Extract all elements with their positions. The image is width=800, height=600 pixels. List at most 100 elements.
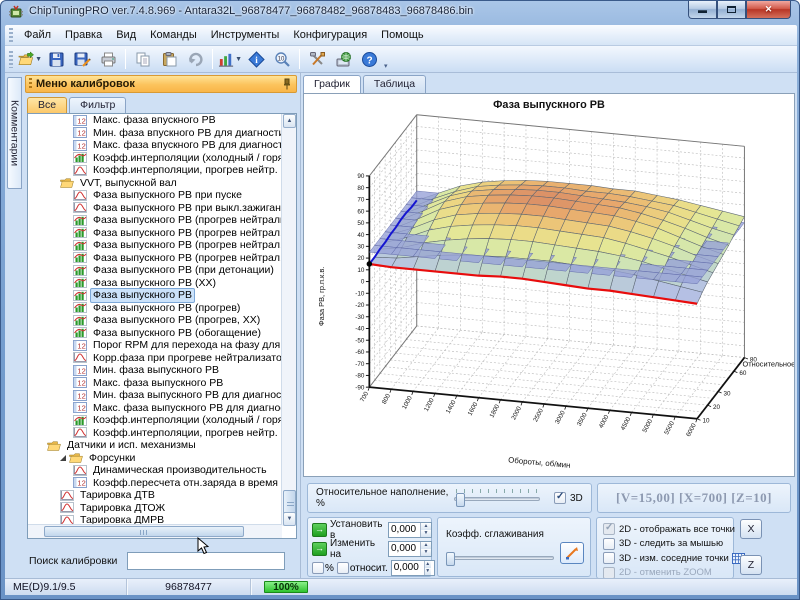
menu-item[interactable]: Вид <box>109 27 143 43</box>
menu-item[interactable]: Помощь <box>374 27 431 43</box>
relative-value-spinner[interactable]: 0,000 ▲▼ <box>391 560 435 576</box>
svg-text:4000: 4000 <box>598 413 611 429</box>
folder-icon <box>69 452 83 463</box>
maximize-button[interactable] <box>717 1 746 19</box>
help-icon[interactable]: ? <box>357 48 381 71</box>
info-icon[interactable]: i <box>244 48 268 71</box>
horizontal-scroll-thumb[interactable] <box>44 526 244 537</box>
percent-checkbox[interactable] <box>312 562 324 574</box>
load-slider[interactable] <box>454 489 540 507</box>
print-icon[interactable] <box>96 48 120 71</box>
x-axis-button[interactable]: X <box>740 519 762 539</box>
map-icon <box>73 315 87 326</box>
tab-filter[interactable]: Фильтр <box>69 97 126 114</box>
cursor-readout: [V=15,00] [X=700] [Z=10] <box>597 483 791 513</box>
apply-set-button[interactable]: → <box>312 523 327 537</box>
set-value-spinner[interactable]: 0,000 ▲▼ <box>388 522 432 538</box>
svg-text:1400: 1400 <box>445 399 458 415</box>
toolbar-overflow-button[interactable]: ▾ <box>384 62 388 72</box>
svg-text:30: 30 <box>357 244 365 251</box>
panel-grip <box>29 78 32 90</box>
folder-icon <box>47 440 61 451</box>
mode-checkbox[interactable] <box>603 538 615 550</box>
spin-up[interactable]: ▲ <box>421 523 431 530</box>
undo-icon[interactable] <box>183 48 207 71</box>
tab-graph[interactable]: График <box>303 75 361 94</box>
scroll-up-button[interactable]: ▲ <box>283 114 296 128</box>
svg-text:70: 70 <box>357 197 365 204</box>
map-icon <box>73 265 87 276</box>
curve-icon <box>60 502 74 513</box>
map-icon <box>73 215 87 226</box>
spin-up[interactable]: ▲ <box>425 561 431 568</box>
svg-text:12: 12 <box>77 366 85 375</box>
spin-down[interactable]: ▼ <box>425 568 431 575</box>
open-file-icon[interactable]: ▼ <box>18 48 42 71</box>
mode-checkbox[interactable] <box>603 552 615 564</box>
expander-icon[interactable] <box>60 455 66 461</box>
svg-text:-90: -90 <box>355 384 365 391</box>
set-value-group: → Установить в 0,000 ▲▼ → Изменить на 0,… <box>307 517 432 577</box>
menu-item[interactable]: Правка <box>58 27 109 43</box>
spin-down[interactable]: ▼ <box>421 549 431 556</box>
3d-checkbox[interactable] <box>554 492 566 504</box>
load-slider-group: Относительное наполнение, % 3D <box>307 483 592 513</box>
close-button[interactable]: ✕ <box>746 1 791 19</box>
internet-icon[interactable] <box>331 48 355 71</box>
svg-text:12: 12 <box>77 116 85 125</box>
tab-all[interactable]: Все <box>27 97 67 114</box>
map-icon <box>73 327 87 338</box>
calibration-panel-header[interactable]: Меню калибровок <box>25 75 297 93</box>
surface-chart[interactable]: -90-80-70-60-50-40-30-20-100102030405060… <box>303 93 795 477</box>
comments-vertical-tab[interactable]: Комментарии <box>7 77 22 189</box>
zoom-10-icon[interactable]: 10 <box>270 48 294 71</box>
menu-item[interactable]: Инструменты <box>204 27 287 43</box>
menu-item[interactable]: Конфигурация <box>286 27 374 43</box>
spin-up[interactable]: ▲ <box>421 542 431 549</box>
svg-text:1600: 1600 <box>467 401 480 417</box>
curve-icon <box>73 352 87 363</box>
tree-item[interactable]: Датчики и исп. механизмы <box>28 439 282 452</box>
status-ecu: ME(D)9.1/9.5 <box>5 579 127 595</box>
mouse-cursor <box>197 537 209 555</box>
save-icon[interactable] <box>44 48 68 71</box>
svg-text:20: 20 <box>713 404 721 411</box>
svg-text:40: 40 <box>357 232 365 239</box>
window-title: ChipTuningPRO ver.7.4.8.969 - Antara32L_… <box>29 5 473 17</box>
svg-text:12: 12 <box>77 141 85 150</box>
smooth-apply-button[interactable] <box>560 542 584 564</box>
menu-item[interactable]: Файл <box>17 27 58 43</box>
z-axis-button[interactable]: Z <box>740 555 762 575</box>
tools-icon[interactable] <box>305 48 329 71</box>
minimize-button[interactable]: ▬ <box>688 1 717 19</box>
relative-checkbox[interactable] <box>337 562 349 574</box>
pin-icon[interactable] <box>282 78 292 90</box>
svg-text:12: 12 <box>77 391 85 400</box>
svg-text:60: 60 <box>739 370 747 377</box>
paste-icon[interactable] <box>157 48 181 71</box>
tab-table[interactable]: Таблица <box>363 75 426 93</box>
menu-item[interactable]: Команды <box>143 27 204 43</box>
mode-checkbox-label: 3D - изм. соседние точки <box>619 553 729 564</box>
tree-horizontal-scrollbar[interactable] <box>28 524 282 538</box>
svg-text:Фаза выпускного РВ: Фаза выпускного РВ <box>493 99 605 111</box>
smoothing-slider[interactable] <box>446 548 554 566</box>
svg-text:6000: 6000 <box>685 422 698 438</box>
svg-text:10: 10 <box>277 56 284 62</box>
title-bar[interactable]: ChipTuningPRO ver.7.4.8.969 - Antara32L_… <box>1 1 799 25</box>
panel-tabs: Все Фильтр <box>27 97 128 114</box>
tree-vertical-scrollbar[interactable]: ▲ ▼ <box>281 114 296 526</box>
chart-view-icon[interactable]: ▼ <box>218 48 242 71</box>
svg-text:12: 12 <box>77 379 85 388</box>
toolbar: ▼▼i10?▾ <box>5 46 797 73</box>
load-slider-label: Относительное наполнение, % <box>308 487 450 509</box>
apply-change-button[interactable]: → <box>312 542 327 556</box>
svg-text:-30: -30 <box>355 314 365 321</box>
scroll-down-button[interactable]: ▼ <box>283 512 296 526</box>
save-as-icon[interactable] <box>70 48 94 71</box>
status-progress-badge: 100% <box>264 581 308 593</box>
copy-icon[interactable] <box>131 48 155 71</box>
change-value-spinner[interactable]: 0,000 ▲▼ <box>388 541 432 557</box>
spin-down[interactable]: ▼ <box>421 530 431 537</box>
svg-text:30: 30 <box>724 390 732 397</box>
